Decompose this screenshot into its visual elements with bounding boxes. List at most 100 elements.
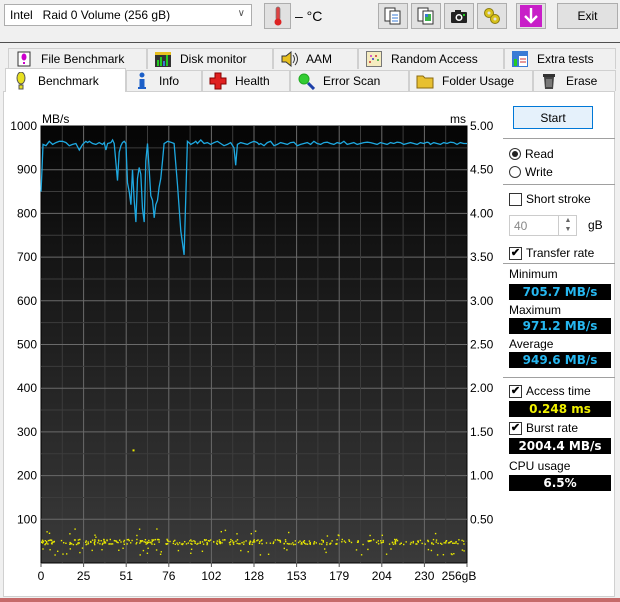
access-time-point bbox=[136, 538, 138, 541]
access-time-point bbox=[290, 543, 292, 545]
access-time-point bbox=[185, 543, 188, 545]
access-time-point bbox=[440, 542, 442, 545]
access-time-check[interactable]: ✔ bbox=[509, 384, 522, 398]
cpu-usage-label: CPU usage bbox=[509, 459, 571, 473]
access-time-point bbox=[367, 540, 370, 543]
access-time-point bbox=[357, 540, 359, 542]
transfer-rate-check[interactable]: ✔ bbox=[509, 246, 522, 260]
access-time-point bbox=[69, 548, 71, 550]
access-time-point bbox=[182, 542, 184, 545]
access-time-checkbox[interactable]: ✔ Access time bbox=[509, 384, 591, 398]
access-time-point bbox=[435, 541, 437, 543]
access-time-point bbox=[461, 549, 464, 551]
access-time-point bbox=[62, 553, 64, 555]
write-radio[interactable]: Write bbox=[509, 165, 553, 179]
access-time-point bbox=[97, 539, 100, 541]
access-time-point bbox=[132, 449, 135, 452]
trash-icon bbox=[540, 73, 558, 89]
access-time-point bbox=[63, 542, 65, 544]
start-button[interactable]: Start bbox=[513, 106, 593, 129]
access-time-point bbox=[91, 539, 94, 541]
exit-button[interactable]: Exit bbox=[557, 3, 618, 29]
burst-rate-checkbox[interactable]: ✔ Burst rate bbox=[509, 421, 578, 435]
access-time-point bbox=[331, 540, 333, 542]
access-time-point bbox=[139, 542, 141, 544]
write-radio-button[interactable] bbox=[509, 166, 521, 178]
x-tick-label: 179 bbox=[329, 569, 349, 583]
access-time-point bbox=[326, 543, 328, 546]
burst-rate-check[interactable]: ✔ bbox=[509, 421, 522, 435]
tab-benchmark[interactable]: Benchmark bbox=[5, 68, 126, 92]
transfer-rate-checkbox[interactable]: ✔ Transfer rate bbox=[509, 246, 594, 260]
spin-up-icon[interactable]: ▲ bbox=[559, 216, 577, 225]
access-time-point bbox=[253, 541, 256, 543]
access-time-point bbox=[435, 539, 438, 541]
read-radio-button[interactable] bbox=[509, 148, 521, 160]
tab-random-access[interactable]: Random Access bbox=[358, 48, 504, 69]
access-time-point bbox=[248, 542, 251, 544]
save-button[interactable] bbox=[516, 3, 546, 29]
tab-disk-monitor[interactable]: Disk monitor bbox=[147, 48, 273, 69]
access-time-point bbox=[232, 543, 235, 545]
tab-health[interactable]: Health bbox=[202, 70, 290, 91]
access-time-point bbox=[412, 540, 414, 543]
access-time-point bbox=[120, 541, 122, 543]
short-stroke-spinner[interactable]: ▲ ▼ bbox=[558, 216, 577, 235]
spin-down-icon[interactable]: ▼ bbox=[559, 225, 577, 234]
info-icon bbox=[133, 72, 151, 89]
access-time-point bbox=[252, 541, 254, 543]
copy-image-button[interactable] bbox=[411, 3, 441, 29]
red-cross-icon bbox=[209, 72, 227, 90]
copy-text-button[interactable] bbox=[378, 3, 408, 29]
access-time-point bbox=[44, 540, 46, 542]
y-axis-right-label: ms bbox=[450, 112, 466, 126]
access-time-point bbox=[274, 539, 276, 541]
tab-file-benchmark[interactable]: File Benchmark bbox=[8, 48, 147, 69]
access-time-point bbox=[324, 548, 326, 550]
tab-folder-usage[interactable]: Folder Usage bbox=[409, 70, 533, 91]
drive-select[interactable]: Intel Raid 0 Volume (256 gB) ∨ bbox=[4, 4, 252, 26]
x-tick-label: 204 bbox=[372, 569, 392, 583]
access-time-point bbox=[382, 541, 384, 543]
access-time-point bbox=[190, 548, 193, 550]
access-time-point bbox=[119, 539, 121, 541]
access-time-point bbox=[109, 538, 111, 541]
access-time-point bbox=[94, 534, 96, 536]
tab-error-scan[interactable]: Error Scan bbox=[290, 70, 409, 91]
y-tick-label-left: 700 bbox=[17, 250, 37, 264]
tab-extra-tests[interactable]: Extra tests bbox=[504, 48, 616, 69]
short-stroke-checkbox[interactable]: Short stroke bbox=[509, 192, 591, 206]
folder-icon bbox=[416, 73, 434, 89]
access-time-point bbox=[57, 550, 59, 552]
options-button[interactable] bbox=[477, 3, 507, 29]
tab-label: Health bbox=[235, 74, 270, 88]
access-time-point bbox=[269, 542, 272, 544]
tab-info[interactable]: Info bbox=[126, 70, 202, 91]
access-time-point bbox=[261, 543, 263, 545]
temperature-button[interactable] bbox=[264, 3, 291, 29]
access-time-point bbox=[367, 548, 369, 551]
access-time-point bbox=[136, 541, 138, 544]
tab-label: File Benchmark bbox=[41, 52, 125, 66]
access-time-point bbox=[431, 542, 433, 545]
access-time-point bbox=[335, 543, 337, 545]
save-down-arrow-icon bbox=[520, 5, 542, 27]
chevron-down-icon: ∨ bbox=[237, 8, 245, 19]
tab-erase[interactable]: Erase bbox=[533, 70, 616, 91]
access-time-point bbox=[153, 543, 156, 545]
read-radio[interactable]: Read bbox=[509, 147, 554, 161]
tab-aam[interactable]: AAM bbox=[273, 48, 358, 69]
screenshot-button[interactable] bbox=[444, 3, 474, 29]
access-time-point bbox=[204, 539, 206, 542]
access-time-point bbox=[381, 541, 383, 544]
y-tick-label-right: 3.50 bbox=[470, 250, 494, 264]
access-time-point bbox=[300, 543, 302, 545]
access-time-point bbox=[409, 543, 412, 545]
access-time-point bbox=[292, 543, 295, 546]
access-time-point bbox=[224, 529, 227, 532]
short-stroke-check[interactable] bbox=[509, 192, 522, 206]
access-time-point bbox=[49, 549, 51, 551]
access-time-point bbox=[144, 539, 147, 541]
access-time-point bbox=[427, 540, 429, 542]
access-time-point bbox=[166, 543, 168, 545]
